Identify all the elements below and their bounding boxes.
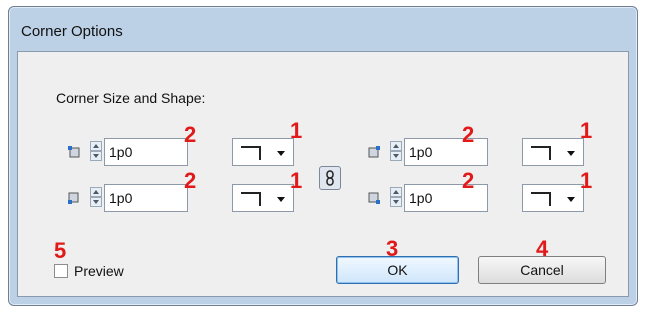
annotation-shape: 1 [580, 118, 593, 143]
corner-top-right-icon [368, 145, 380, 158]
size-spinner[interactable] [390, 141, 402, 163]
corner-shape-select-top-left[interactable] [232, 138, 294, 166]
dialog-body: Corner Size and Shape: 1p0 1p0 1p0 1p0 P… [17, 51, 629, 297]
spin-down-icon[interactable] [90, 197, 102, 207]
corner-bottom-left-icon [68, 191, 80, 204]
corner-top-left-icon [68, 145, 80, 158]
link-chain-icon [326, 170, 334, 186]
spin-down-icon[interactable] [90, 151, 102, 161]
annotation-size: 2 [184, 168, 197, 193]
corner-size-input-bottom-right[interactable] [404, 184, 488, 212]
spin-down-icon[interactable] [390, 151, 402, 161]
annotation-cancel: 4 [536, 236, 549, 261]
corner-shape-icon [531, 192, 551, 206]
corner-bottom-right-icon [368, 191, 380, 204]
link-corners-button[interactable] [319, 166, 341, 190]
corner-size-input-top-right[interactable] [404, 138, 488, 166]
annotation-shape: 1 [290, 118, 303, 143]
size-spinner[interactable] [390, 187, 402, 209]
chevron-down-icon[interactable] [567, 197, 575, 202]
annotation-shape: 1 [580, 168, 593, 193]
size-spinner[interactable] [90, 141, 102, 163]
spin-up-icon[interactable] [90, 141, 102, 151]
spin-up-icon[interactable] [390, 141, 402, 151]
corner-shape-icon [531, 146, 551, 160]
chevron-down-icon[interactable] [567, 151, 575, 156]
corner-options-dialog: Corner Options Corner Size and Shape: 1p… [8, 6, 638, 306]
spin-up-icon[interactable] [90, 187, 102, 197]
preview-checkbox[interactable] [54, 264, 68, 278]
corner-shape-icon [241, 146, 261, 160]
corner-shape-select-top-right[interactable] [522, 138, 584, 166]
preview-label: Preview [74, 263, 124, 279]
annotation-size: 2 [184, 122, 197, 147]
spin-down-icon[interactable] [390, 197, 402, 207]
corner-size-input-bottom-left[interactable] [104, 184, 188, 212]
spin-up-icon[interactable] [390, 187, 402, 197]
corner-shape-select-bottom-left[interactable] [232, 184, 294, 212]
chevron-down-icon[interactable] [277, 197, 285, 202]
size-spinner[interactable] [90, 187, 102, 209]
corner-shape-select-bottom-right[interactable] [522, 184, 584, 212]
annotation-preview: 5 [54, 238, 67, 263]
corner-row-bottom-right [368, 182, 608, 214]
dialog-title: Corner Options [21, 23, 123, 40]
chevron-down-icon[interactable] [277, 151, 285, 156]
corner-size-input-top-left[interactable] [104, 138, 188, 166]
corner-shape-icon [241, 192, 261, 206]
annotation-size: 2 [462, 168, 475, 193]
annotation-shape: 1 [290, 168, 303, 193]
corner-row-top-right [368, 136, 608, 168]
annotation-ok: 3 [386, 236, 399, 261]
section-heading: Corner Size and Shape: [56, 90, 206, 106]
annotation-size: 2 [462, 122, 475, 147]
